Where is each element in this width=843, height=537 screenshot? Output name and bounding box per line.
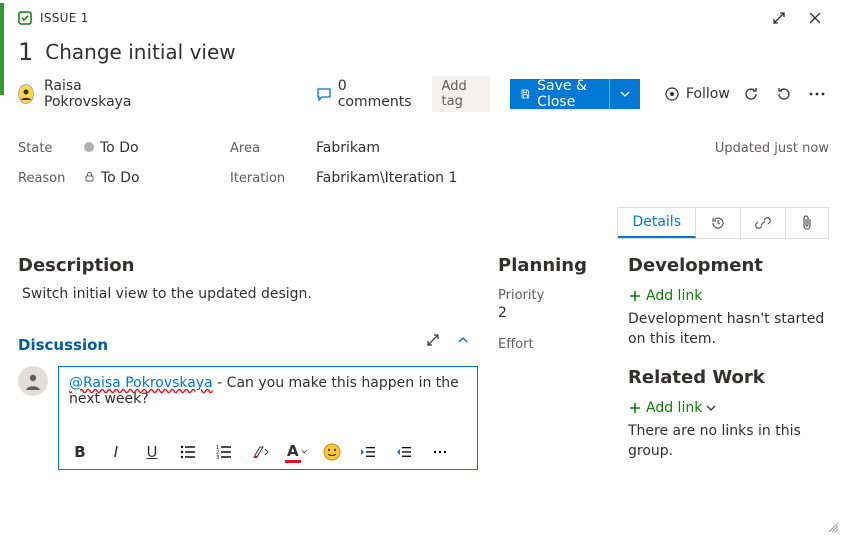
fields-grid: State To Do Area Fabrikam Updated just n…	[0, 118, 843, 197]
column-main: Description Switch initial view to the u…	[18, 245, 478, 470]
column-planning: Planning Priority 2 Effort	[498, 245, 608, 470]
related-heading: Related Work	[628, 367, 829, 388]
comment-count[interactable]: 0 comments	[316, 78, 412, 110]
font-color-button[interactable]: A	[285, 441, 307, 463]
development-empty: Development hasn't started on this item.	[628, 310, 829, 349]
iteration-label: Iteration	[230, 171, 310, 186]
avatar[interactable]	[18, 84, 34, 104]
header-top: ISSUE 1	[0, 0, 843, 34]
state-label: State	[18, 141, 78, 156]
discussion-heading: Discussion	[18, 336, 108, 354]
description-text[interactable]: Switch initial view to the updated desig…	[22, 286, 478, 302]
work-item-title[interactable]: Change initial view	[45, 40, 235, 64]
bullet-list-button[interactable]	[177, 441, 199, 463]
add-tag-button[interactable]: Add tag	[432, 76, 491, 112]
planning-heading: Planning	[498, 255, 608, 276]
follow-button[interactable]: Follow	[664, 86, 730, 102]
discussion-collapse-icon[interactable]	[448, 325, 478, 355]
related-add-link[interactable]: Add link	[628, 400, 716, 416]
comment-editor[interactable]: @Raisa Pokrovskaya - Can you make this h…	[58, 366, 478, 470]
refresh-icon[interactable]	[740, 79, 763, 109]
lock-icon	[84, 170, 95, 186]
iteration-value[interactable]: Fabrikam\Iteration 1	[316, 170, 536, 186]
outdent-button[interactable]	[357, 441, 379, 463]
follow-label: Follow	[686, 86, 730, 102]
tab-links[interactable]	[741, 208, 786, 238]
comment-count-text: 0 comments	[338, 78, 412, 110]
bold-button[interactable]: B	[69, 441, 91, 463]
save-button-label: Save & Close	[537, 78, 599, 110]
comment-icon	[316, 86, 332, 102]
development-add-link[interactable]: Add link	[628, 288, 702, 304]
meta-row: Raisa Pokrovskaya 0 comments Add tag Sav…	[0, 72, 843, 118]
mention[interactable]: @Raisa Pokrovskaya	[69, 375, 213, 391]
clear-format-button[interactable]	[249, 441, 271, 463]
tabs-container: Details	[0, 197, 843, 239]
expand-icon[interactable]	[765, 4, 793, 32]
area-value[interactable]: Fabrikam	[316, 140, 536, 156]
number-list-button[interactable]: 123	[213, 441, 235, 463]
tab-details[interactable]: Details	[618, 208, 696, 238]
state-value[interactable]: To Do	[84, 140, 224, 156]
development-heading: Development	[628, 255, 829, 276]
comment-text[interactable]: @Raisa Pokrovskaya - Can you make this h…	[59, 367, 477, 435]
effort-label: Effort	[498, 331, 608, 354]
comment-avatar	[18, 366, 48, 396]
assignee-name[interactable]: Raisa Pokrovskaya	[44, 78, 144, 110]
column-development: Development Add link Development hasn't …	[628, 245, 829, 470]
priority-value[interactable]: 2	[498, 305, 608, 331]
svg-text:3: 3	[216, 455, 219, 459]
save-button[interactable]: Save & Close	[510, 79, 639, 109]
work-item-type-icon	[18, 11, 32, 25]
state-dot-icon	[84, 142, 94, 152]
underline-button[interactable]: U	[141, 441, 163, 463]
more-actions-icon[interactable]	[806, 79, 829, 109]
indent-button[interactable]	[393, 441, 415, 463]
emoji-button[interactable]	[321, 441, 343, 463]
body-columns: Description Switch initial view to the u…	[0, 239, 843, 470]
close-icon[interactable]	[801, 4, 829, 32]
italic-button[interactable]: I	[105, 441, 127, 463]
title-row: 1 Change initial view	[0, 34, 843, 72]
work-item-type-label: ISSUE 1	[40, 11, 89, 25]
priority-label: Priority	[498, 282, 608, 305]
discussion-expand-icon[interactable]	[418, 325, 448, 355]
description-heading: Description	[18, 255, 478, 276]
work-item-id: 1	[18, 38, 33, 66]
revert-icon[interactable]	[773, 79, 796, 109]
chevron-down-icon	[706, 403, 716, 413]
related-empty: There are no links in this group.	[628, 422, 829, 461]
tab-attachments[interactable]	[786, 208, 828, 238]
toolbar-more-icon[interactable]	[429, 441, 451, 463]
area-label: Area	[230, 141, 310, 156]
reason-label: Reason	[18, 171, 78, 186]
reason-value[interactable]: To Do	[84, 170, 224, 186]
editor-toolbar: B I U 123 A	[59, 435, 477, 469]
updated-label: Updated just now	[542, 141, 829, 156]
tab-history[interactable]	[696, 208, 741, 238]
save-dropdown[interactable]	[609, 79, 640, 109]
resize-grip-icon[interactable]	[827, 521, 839, 533]
